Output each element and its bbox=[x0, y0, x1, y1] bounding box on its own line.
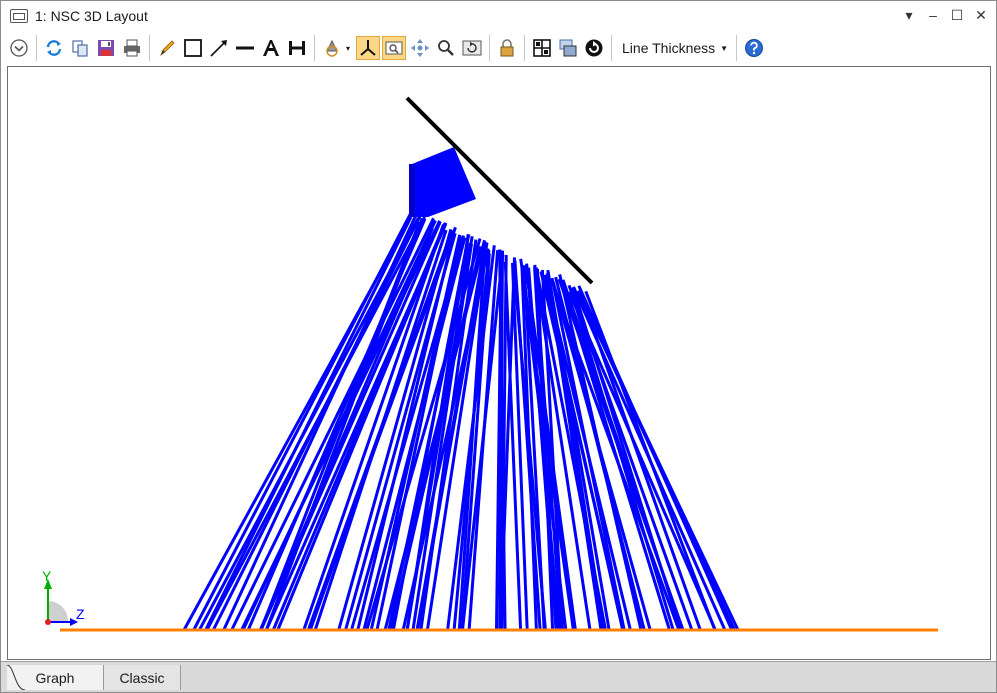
window-icon bbox=[10, 9, 28, 23]
save-icon[interactable] bbox=[94, 36, 118, 60]
automatic-update-icon[interactable] bbox=[582, 36, 606, 60]
layout-canvas[interactable]: Y Z bbox=[7, 66, 991, 660]
zoom-icon[interactable] bbox=[434, 36, 458, 60]
toolbar-separator bbox=[36, 35, 37, 61]
maximize-icon[interactable]: ☐ bbox=[948, 5, 966, 25]
axis-triad: Y Z bbox=[42, 568, 85, 626]
arrow-line-tool-icon[interactable] bbox=[207, 36, 231, 60]
refresh-icon[interactable] bbox=[42, 36, 66, 60]
axis-triad-shade bbox=[48, 601, 69, 622]
tab-classic[interactable]: Classic bbox=[103, 665, 181, 690]
copy-icon[interactable] bbox=[68, 36, 92, 60]
rotate-dropdown-icon[interactable]: ▾ bbox=[346, 44, 350, 53]
line-tool-icon[interactable] bbox=[233, 36, 257, 60]
layout-plot: Y Z bbox=[42, 96, 938, 632]
ray-line bbox=[205, 216, 427, 631]
tab-graph[interactable]: Graph bbox=[7, 665, 103, 690]
pan-icon[interactable] bbox=[408, 36, 432, 60]
lock-icon[interactable] bbox=[495, 36, 519, 60]
tab-bar: Graph Classic bbox=[1, 661, 996, 692]
title-bar[interactable]: 1: NSC 3D Layout ▾ – ☐ ✕ bbox=[1, 1, 996, 31]
reset-view-icon[interactable] bbox=[460, 36, 484, 60]
chevron-down-icon: ▼ bbox=[720, 43, 729, 53]
print-icon[interactable] bbox=[120, 36, 144, 60]
help-icon[interactable] bbox=[742, 36, 766, 60]
window-title: 1: NSC 3D Layout bbox=[35, 8, 148, 24]
ray-line bbox=[578, 290, 702, 631]
toolbar: ▾ Line Thickness ▼ bbox=[1, 31, 996, 65]
rotate-3d-icon[interactable] bbox=[320, 36, 344, 60]
nsc-3d-layout-window: 1: NSC 3D Layout ▾ – ☐ ✕ ▾ Line Thicknes… bbox=[0, 0, 997, 693]
y-axis-label: Y bbox=[42, 568, 52, 584]
settings-expand-icon[interactable] bbox=[7, 36, 31, 60]
dimension-tool-icon[interactable] bbox=[285, 36, 309, 60]
pencil-icon[interactable] bbox=[155, 36, 179, 60]
line-thickness-dropdown[interactable]: Line Thickness ▼ bbox=[617, 36, 733, 60]
toolbar-separator bbox=[489, 35, 491, 61]
menu-dropdown-icon[interactable]: ▾ bbox=[900, 5, 918, 25]
ray-bundle bbox=[182, 210, 740, 631]
toolbar-separator bbox=[524, 35, 526, 61]
axis-origin bbox=[45, 619, 51, 625]
zoom-window-icon[interactable] bbox=[382, 36, 407, 60]
source-face bbox=[409, 164, 415, 217]
text-tool-icon[interactable] bbox=[259, 36, 283, 60]
rectangle-tool-icon[interactable] bbox=[181, 36, 205, 60]
toolbar-separator bbox=[149, 35, 150, 61]
line-thickness-label: Line Thickness bbox=[622, 40, 716, 56]
tab-graph-label: Graph bbox=[35, 669, 75, 686]
toolbar-separator bbox=[736, 35, 738, 61]
toolbar-separator bbox=[314, 35, 315, 61]
tab-classic-label: Classic bbox=[119, 669, 165, 686]
minimize-icon[interactable]: – bbox=[924, 5, 942, 25]
z-axis-label: Z bbox=[76, 606, 85, 622]
ray-line bbox=[584, 290, 717, 631]
toolbar-separator bbox=[611, 35, 613, 61]
grid-layout-icon[interactable] bbox=[530, 36, 554, 60]
tab-lead-curve bbox=[7, 665, 25, 690]
close-icon[interactable]: ✕ bbox=[972, 5, 990, 25]
window-stack-icon[interactable] bbox=[556, 36, 580, 60]
axis-orient-icon[interactable] bbox=[356, 36, 381, 60]
